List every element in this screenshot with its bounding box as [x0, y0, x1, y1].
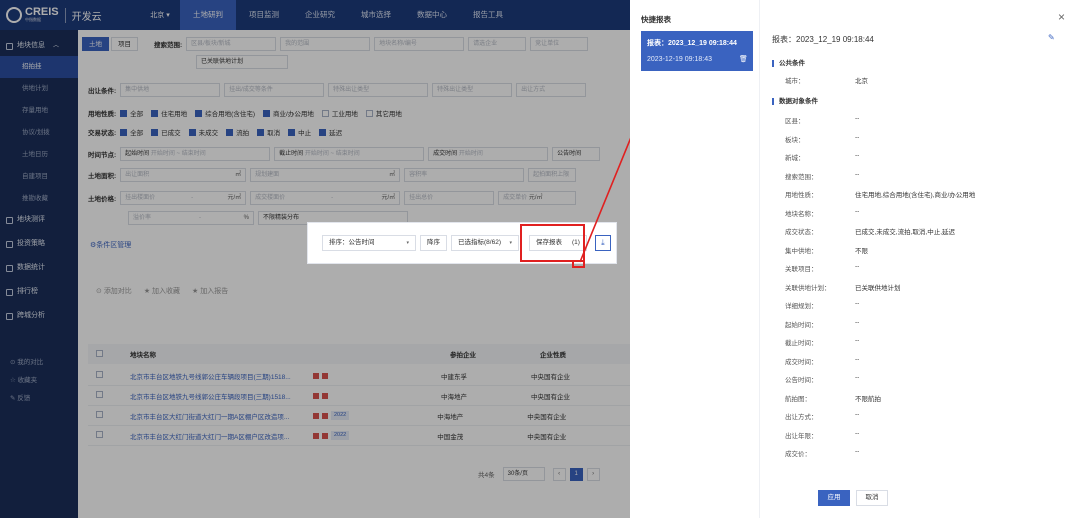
- column-select[interactable]: 已选指标(8/62) ▾: [451, 235, 519, 251]
- drawer-title: 快捷报表: [641, 15, 671, 24]
- condition-key: 详细规划：: [785, 303, 818, 310]
- drawer-divider: [759, 0, 760, 518]
- condition-value: --: [855, 411, 860, 418]
- report-list-title: 报表：2023_12_19 09:18:44: [647, 40, 737, 47]
- column-select-label: 已选指标(8/62): [458, 239, 501, 246]
- condition-value: 住宅用地,综合用地(含住宅),商业/办公用地: [855, 192, 976, 199]
- condition-key: 成交状态：: [785, 229, 818, 236]
- cancel-button[interactable]: 取消: [856, 490, 888, 506]
- condition-row: 航拍图： 不限航拍: [785, 393, 881, 403]
- condition-key: 关联项目：: [785, 266, 818, 273]
- condition-value: --: [855, 374, 860, 381]
- apply-button[interactable]: 应用: [818, 490, 850, 506]
- condition-row: 详细规划： --: [785, 300, 859, 310]
- condition-value: --: [855, 318, 860, 326]
- close-icon[interactable]: ×: [1058, 10, 1065, 24]
- condition-value: --: [855, 263, 860, 270]
- sort-field-select[interactable]: 排序：公告时间 ▾: [322, 235, 416, 251]
- condition-key: 区县：: [785, 118, 805, 125]
- report-list-time: 2023-12-19 09:18:43: [647, 56, 712, 63]
- condition-value: --: [855, 115, 860, 122]
- highlight-box: [520, 224, 585, 262]
- condition-value: --: [855, 355, 860, 363]
- condition-value: --: [855, 207, 860, 215]
- condition-key: 出让年限：: [785, 432, 818, 440]
- condition-row: 成交状态： 已成交,未成交,流拍,取消,中止,延迟: [785, 226, 955, 236]
- condition-row: 出让年限： --: [785, 430, 859, 440]
- condition-row: 集中供地： 不限: [785, 245, 868, 255]
- condition-row: 关联项目： --: [785, 263, 859, 273]
- condition-key: 城市：: [785, 78, 805, 85]
- condition-row: 地块名称： --: [785, 208, 859, 218]
- condition-row: 公告时间： --: [785, 374, 859, 384]
- condition-value: --: [855, 300, 860, 307]
- condition-row: 区县： --: [785, 115, 859, 125]
- common-conditions-title: 公共条件: [772, 60, 805, 67]
- condition-value: 已成交,未成交,流拍,取消,中止,延迟: [855, 229, 956, 236]
- data-conditions-title: 数据对象条件: [772, 98, 818, 105]
- sort-order-button[interactable]: 降序: [420, 235, 447, 251]
- condition-key: 成交时间：: [785, 358, 818, 366]
- sort-field-label: 排序：公告时间: [329, 239, 375, 246]
- condition-key: 航拍图：: [785, 395, 811, 403]
- drawer-footer: 应用 取消: [818, 490, 888, 506]
- condition-row: 成交时间： --: [785, 356, 859, 366]
- condition-value: --: [855, 448, 860, 455]
- condition-key: 出让方式：: [785, 414, 818, 421]
- condition-key: 截止时间：: [785, 340, 818, 347]
- condition-value: --: [855, 133, 860, 141]
- trash-icon[interactable]: 🗑: [739, 55, 748, 63]
- condition-row: 用地性质： 住宅用地,综合用地(含住宅),商业/办公用地: [785, 189, 975, 199]
- condition-value: 已关联供地计划: [855, 284, 901, 292]
- download-icon[interactable]: ⤓: [594, 235, 611, 251]
- condition-value: 不限: [855, 247, 868, 255]
- condition-value: --: [855, 170, 860, 178]
- condition-row: 板块： --: [785, 134, 859, 144]
- edit-icon[interactable]: ✎: [1048, 33, 1055, 42]
- condition-key: 集中供地：: [785, 247, 818, 255]
- condition-row: 起始时间： --: [785, 319, 859, 329]
- condition-key: 起始时间：: [785, 321, 818, 329]
- condition-value: --: [855, 152, 860, 159]
- report-name: 报表：2023_12_19 09:18:44: [772, 35, 874, 44]
- chevron-down-icon: ▾: [509, 240, 512, 246]
- condition-value: 北京: [855, 78, 868, 85]
- condition-key: 地块名称：: [785, 210, 818, 218]
- chevron-down-icon: ▾: [406, 240, 409, 246]
- condition-value: 不限航拍: [855, 395, 881, 403]
- condition-key: 成交价：: [785, 451, 811, 458]
- quick-report-drawer: 快捷报表 × 报表：2023_12_19 09:18:44 2023-12-19…: [630, 0, 1080, 518]
- condition-row: 城市： 北京: [785, 75, 868, 85]
- condition-row: 新城： --: [785, 152, 859, 162]
- condition-key: 用地性质：: [785, 192, 818, 199]
- highlight-box-tail: [572, 262, 585, 268]
- condition-row: 出让方式： --: [785, 411, 859, 421]
- condition-key: 公告时间：: [785, 377, 818, 384]
- condition-row: 截止时间： --: [785, 337, 859, 347]
- condition-key: 关联供地计划：: [785, 284, 831, 292]
- condition-row: 关联供地计划： 已关联供地计划: [785, 282, 901, 292]
- condition-key: 搜索范围：: [785, 173, 818, 181]
- condition-key: 板块：: [785, 136, 805, 144]
- condition-row: 搜索范围： --: [785, 171, 859, 181]
- condition-value: --: [855, 429, 860, 437]
- condition-row: 成交价： --: [785, 448, 859, 458]
- report-list-item[interactable]: 报表：2023_12_19 09:18:44 2023-12-19 09:18:…: [641, 31, 753, 71]
- condition-key: 新城：: [785, 155, 805, 162]
- condition-value: --: [855, 337, 860, 344]
